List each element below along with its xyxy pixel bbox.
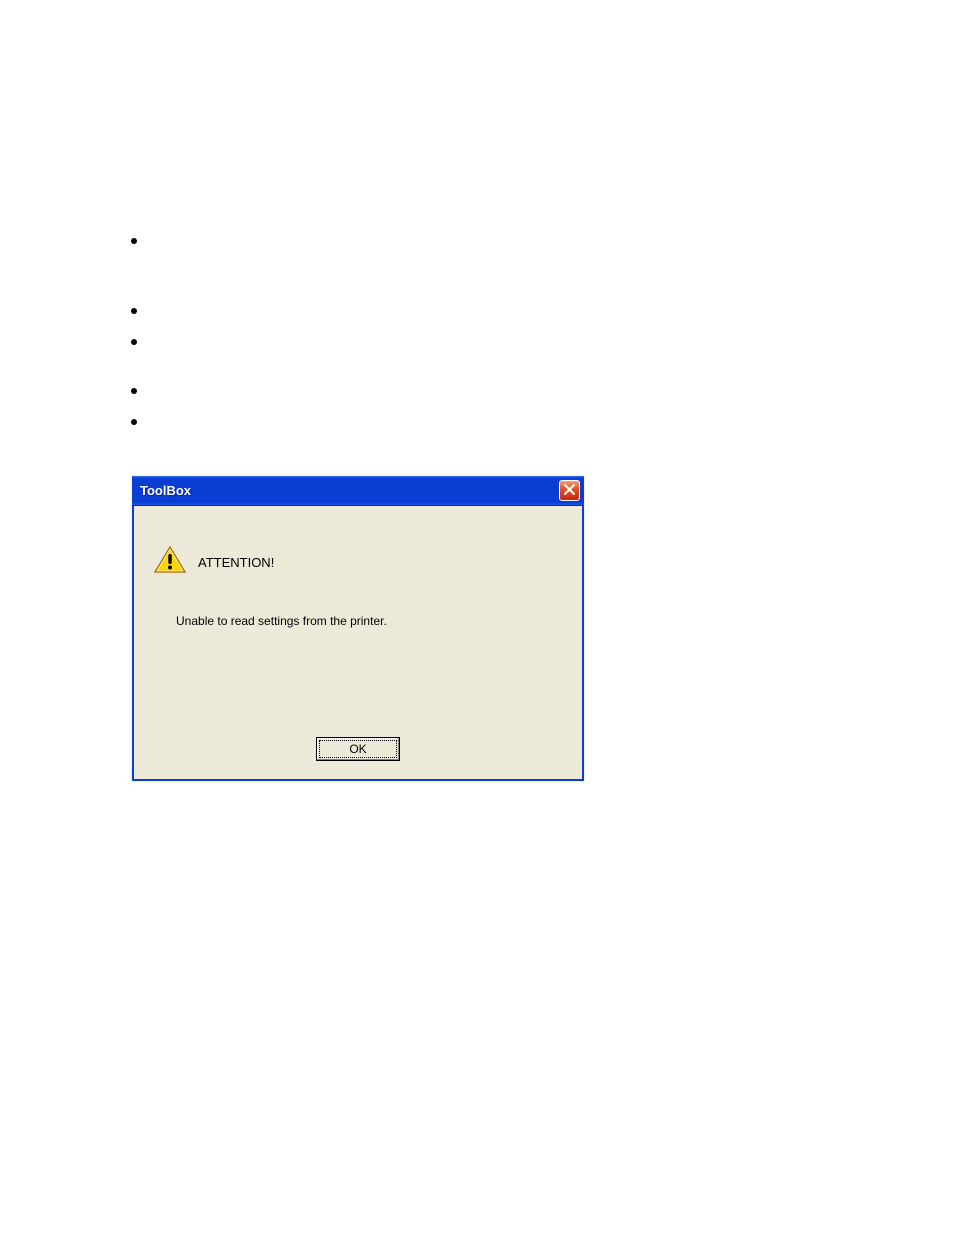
bullet-dot bbox=[131, 238, 137, 244]
warning-icon bbox=[154, 546, 186, 579]
toolbox-dialog: ToolBox ATTENTION! Unable to read settin… bbox=[132, 476, 584, 781]
dialog-content: ATTENTION! Unable to read settings from … bbox=[134, 506, 582, 779]
ok-button[interactable]: OK bbox=[316, 737, 400, 761]
bullet-dot bbox=[131, 339, 137, 345]
close-button[interactable] bbox=[559, 480, 580, 501]
attention-label: ATTENTION! bbox=[198, 555, 274, 570]
title-bar[interactable]: ToolBox bbox=[132, 476, 584, 506]
attention-row: ATTENTION! bbox=[154, 546, 274, 579]
dialog-message: Unable to read settings from the printer… bbox=[176, 614, 387, 628]
bullet-dot bbox=[131, 388, 137, 394]
dialog-title: ToolBox bbox=[140, 483, 191, 498]
bullet-dot bbox=[131, 419, 137, 425]
close-icon bbox=[564, 483, 575, 498]
bullet-dot bbox=[131, 308, 137, 314]
